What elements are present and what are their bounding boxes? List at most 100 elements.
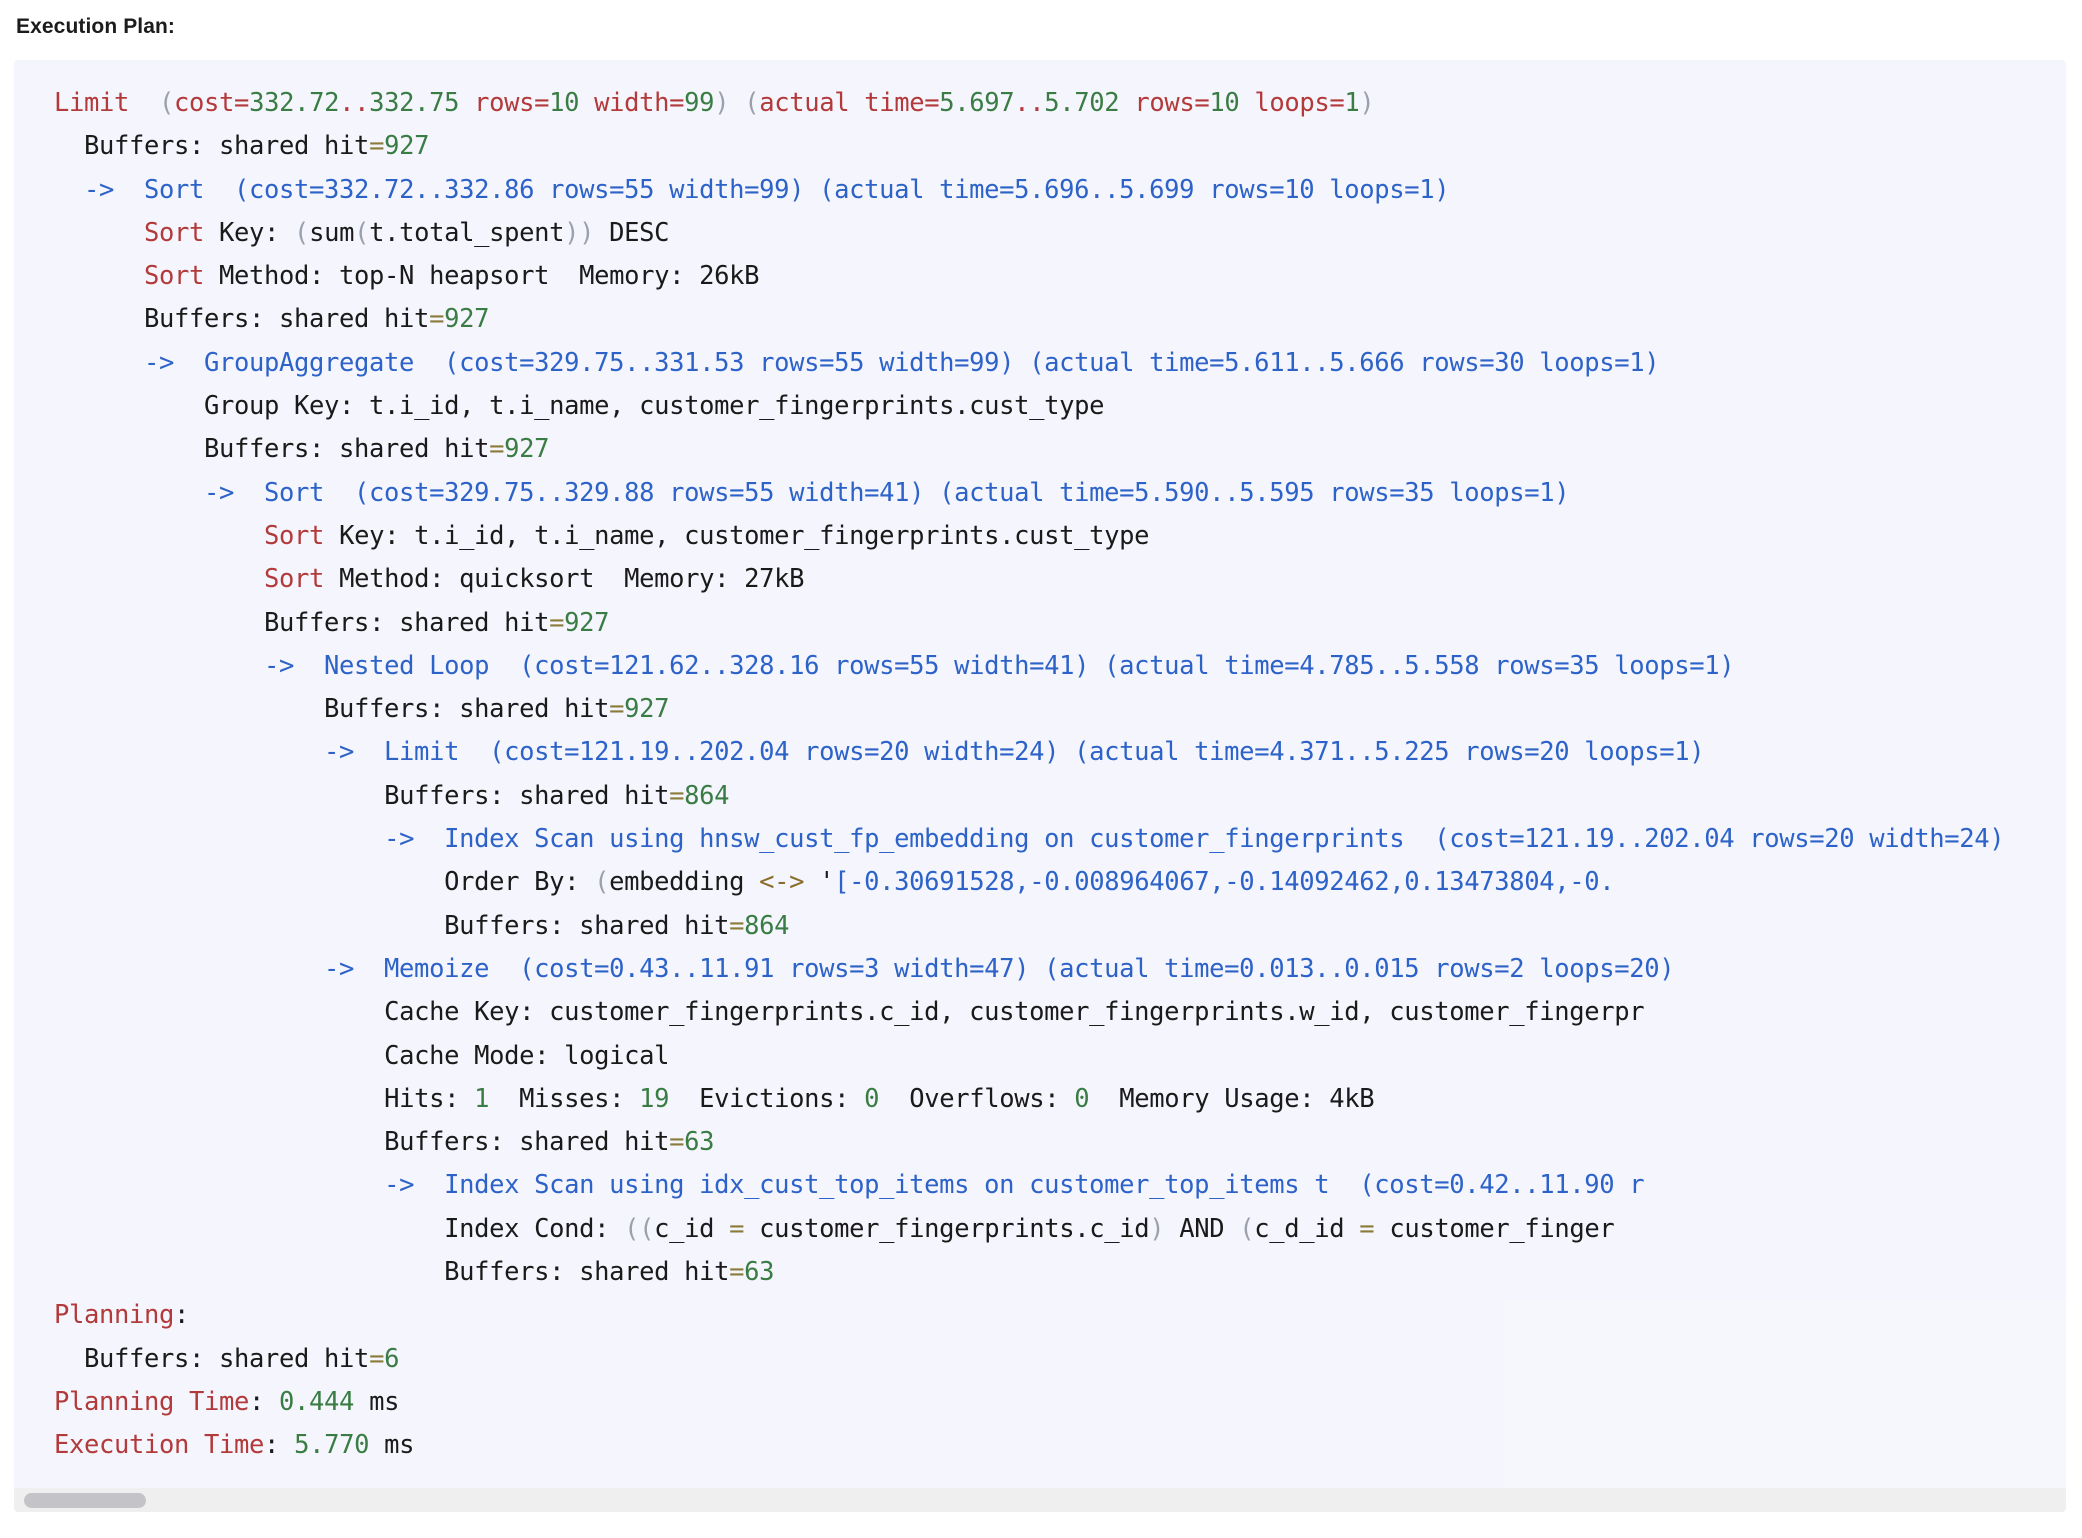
plan-token	[129, 88, 159, 118]
plan-line-indent	[54, 651, 264, 681]
plan-token: =	[729, 1257, 745, 1288]
plan-token: -> Limit (cost=121.19..202.04 rows=20 wi…	[324, 737, 1705, 768]
plan-token: 1	[1344, 88, 1360, 118]
plan-token: =	[729, 1213, 745, 1244]
plan-token: Buffers: shared hit	[84, 1343, 370, 1374]
plan-token: Buffers: shared hit	[84, 131, 370, 162]
plan-line-indent	[54, 1170, 384, 1200]
plan-token: (	[294, 217, 310, 248]
plan-line-indent	[54, 781, 384, 811]
plan-token: (	[159, 88, 175, 118]
plan-token: 1	[474, 1083, 490, 1114]
plan-token: =	[369, 1343, 385, 1374]
plan-token: =	[729, 910, 745, 941]
plan-line: Planning:	[54, 1294, 2066, 1337]
plan-token: Buffers: shared hit	[384, 1127, 670, 1158]
plan-line: Buffers: shared hit=6	[54, 1338, 2066, 1381]
plan-token: 0	[1074, 1083, 1090, 1114]
horizontal-scrollbar[interactable]	[14, 1488, 2066, 1512]
plan-token: 10	[1209, 88, 1240, 118]
plan-token: 99	[684, 88, 715, 118]
plan-token: ms	[369, 1430, 415, 1461]
horizontal-scrollbar-thumb[interactable]	[24, 1493, 146, 1508]
plan-token: actual time=	[759, 88, 940, 118]
plan-token: 927	[564, 607, 610, 638]
plan-line-indent	[54, 608, 264, 638]
plan-token: =	[669, 1127, 685, 1158]
plan-token: Planning	[54, 1300, 175, 1331]
plan-line: Planning Time: 0.444 ms	[54, 1381, 2066, 1424]
plan-token: ms	[354, 1386, 400, 1417]
plan-line-indent	[54, 997, 384, 1027]
plan-line: -> Index Scan using idx_cust_top_items o…	[54, 1164, 2066, 1207]
plan-token: Buffers: shared hit	[144, 304, 430, 335]
plan-token: =	[669, 780, 685, 811]
plan-token: :	[264, 1430, 295, 1461]
plan-token: :	[174, 1300, 190, 1331]
plan-line: Sort Method: quicksort Memory: 27kB	[54, 558, 2066, 601]
plan-token: customer_finger	[1374, 1213, 1615, 1244]
plan-token: 332.75	[369, 88, 460, 118]
plan-token: (	[354, 217, 370, 248]
plan-line: Hits: 1 Misses: 19 Evictions: 0 Overflow…	[54, 1078, 2066, 1121]
plan-line: Execution Time: 5.770 ms	[54, 1424, 2066, 1467]
plan-token: Execution Time	[54, 1430, 265, 1461]
plan-token: DESC	[594, 217, 670, 248]
plan-token: 927	[504, 434, 550, 465]
plan-token: Index Cond:	[444, 1213, 625, 1244]
plan-line-indent	[54, 867, 444, 897]
plan-token: Limit	[54, 88, 130, 118]
plan-token: loops=	[1239, 88, 1345, 118]
plan-token: (	[624, 1213, 640, 1244]
plan-line: -> Nested Loop (cost=121.62..328.16 rows…	[54, 645, 2066, 688]
plan-token: Overflows:	[879, 1083, 1075, 1114]
plan-line: Cache Key: customer_fingerprints.c_id, c…	[54, 991, 2066, 1034]
plan-token: =	[549, 607, 565, 638]
plan-line-indent	[54, 694, 324, 724]
plan-token: Cache Mode: logical	[384, 1040, 670, 1071]
plan-token: 864	[684, 780, 730, 811]
plan-line: -> GroupAggregate (cost=329.75..331.53 r…	[54, 342, 2066, 385]
plan-token: Buffers: shared hit	[444, 910, 730, 941]
plan-token: Method: quicksort Memory: 27kB	[324, 564, 805, 595]
plan-token: Memory Usage: 4kB	[1089, 1083, 1375, 1114]
plan-token: Buffers: shared hit	[324, 694, 610, 725]
plan-token: 927	[624, 694, 670, 725]
plan-line: -> Sort (cost=332.72..332.86 rows=55 wid…	[54, 169, 2066, 212]
plan-token: 5.702	[1044, 88, 1120, 118]
plan-token: 6	[384, 1343, 400, 1374]
plan-line: Order By: (embedding <-> '[-0.30691528,-…	[54, 861, 2066, 904]
plan-line: Group Key: t.i_id, t.i_name, customer_fi…	[54, 385, 2066, 428]
plan-token: (	[639, 1213, 655, 1244]
plan-token: -> Sort (cost=329.75..329.88 rows=55 wid…	[204, 477, 1570, 508]
plan-token: 63	[684, 1127, 715, 1158]
plan-line-indent	[54, 391, 204, 421]
plan-line-indent	[54, 954, 324, 984]
plan-token: width=	[579, 88, 685, 118]
plan-line: Buffers: shared hit=927	[54, 602, 2066, 645]
plan-token: 5.697	[939, 88, 1015, 118]
plan-line-indent	[54, 304, 144, 334]
plan-token: =	[1359, 1213, 1375, 1244]
plan-token: (	[1239, 1213, 1255, 1244]
plan-token: 864	[744, 910, 790, 941]
execution-plan-page: Execution Plan: Limit (cost=332.72..332.…	[0, 0, 2082, 1538]
plan-token: =	[489, 434, 505, 465]
plan-line: -> Memoize (cost=0.43..11.91 rows=3 widt…	[54, 948, 2066, 991]
plan-line-indent	[54, 737, 324, 767]
plan-scroll-viewport[interactable]: Limit (cost=332.72..332.75 rows=10 width…	[14, 60, 2066, 1468]
plan-line-indent	[54, 261, 144, 291]
plan-line: Sort Method: top-N heapsort Memory: 26kB	[54, 255, 2066, 298]
plan-token: =	[429, 304, 445, 335]
plan-line-indent	[54, 1214, 444, 1244]
plan-line-indent	[54, 348, 144, 378]
plan-token: <->	[759, 867, 805, 898]
execution-plan-text: Limit (cost=332.72..332.75 rows=10 width…	[14, 60, 2066, 1468]
plan-line: Buffers: shared hit=927	[54, 428, 2066, 471]
plan-line-indent	[54, 478, 204, 508]
plan-line: Buffers: shared hit=63	[54, 1121, 2066, 1164]
plan-line-indent	[54, 1127, 384, 1157]
plan-token: 927	[384, 131, 430, 162]
plan-token: cost=	[174, 88, 250, 118]
plan-line: Limit (cost=332.72..332.75 rows=10 width…	[54, 82, 2066, 125]
